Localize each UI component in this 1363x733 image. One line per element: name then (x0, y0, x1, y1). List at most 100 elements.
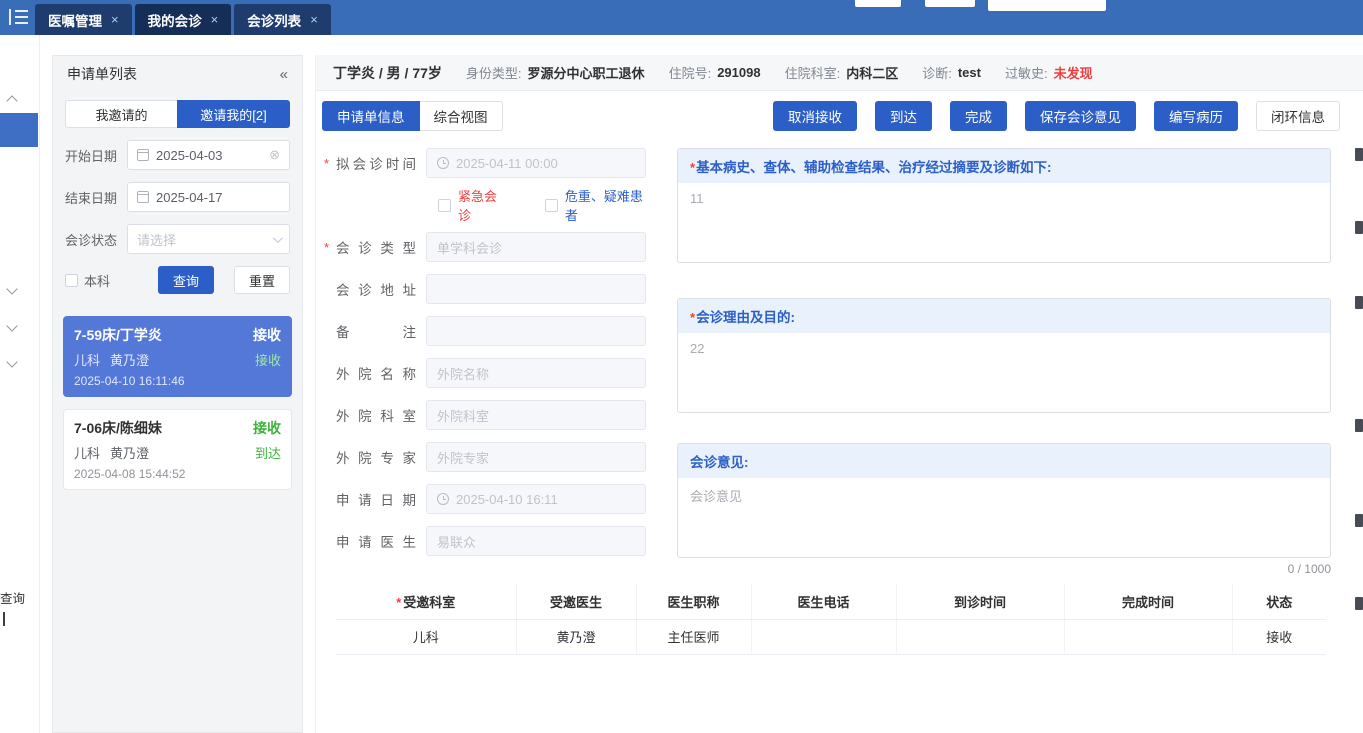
remark-label: 备注 (336, 325, 416, 340)
arrive-button[interactable]: 到达 (875, 101, 932, 131)
toggle-invite-me[interactable]: 邀请我的[2] (177, 100, 290, 128)
consult-time-row: * 拟会诊时间 2025-04-11 00:00 (324, 148, 654, 178)
history-title: 基本病史、查体、辅助检查结果、治疗经过摘要及诊断如下: (696, 160, 1052, 175)
checkbox-icon (438, 198, 451, 212)
apply-date-row: 申请日期 2025-04-10 16:11 (324, 484, 654, 514)
topbar: 医嘱管理 × 我的会诊 × 会诊列表 × (0, 0, 1363, 35)
history-textarea[interactable]: 11 (678, 183, 1330, 262)
action-buttons: 取消接收 到达 完成 保存会诊意见 编写病历 闭环信息 (773, 101, 1340, 131)
invite-toggle-group: 我邀请的 邀请我的[2] (65, 100, 290, 128)
critical-checkbox[interactable]: 危重、疑难患者 (544, 186, 654, 224)
table-header-cell: 到诊时间 (896, 584, 1065, 620)
right-edge-partial-icon (1355, 221, 1363, 234)
chevron-down-icon (272, 232, 283, 243)
own-dept-checkbox[interactable] (65, 273, 78, 287)
request-card[interactable]: 7-06床/陈细妹 接收 儿科 黄乃澄 到达 2025-04-08 15:44:… (63, 409, 292, 490)
table-cell-title: 主任医师 (636, 619, 752, 655)
tab-label: 医嘱管理 (48, 13, 102, 29)
urgent-checkbox[interactable]: 紧急会诊 (438, 186, 509, 224)
card-dept: 儿科 (74, 446, 101, 461)
clock-icon (437, 157, 449, 169)
opinion-textarea[interactable]: 会诊意见 (678, 478, 1330, 557)
required-mark: * (690, 160, 696, 175)
cutoff-header-field (925, 0, 975, 7)
end-date-input[interactable]: 2025-04-17 (127, 182, 290, 212)
tab-overview[interactable]: 综合视图 (419, 101, 503, 131)
table-header-cell: 医生职称 (636, 584, 752, 620)
opinion-title: 会诊意见: (690, 455, 749, 470)
card-bed-patient: 7-06床/陈细妹 (74, 420, 162, 436)
chevron-down-icon[interactable] (6, 320, 18, 332)
required-mark: * (690, 310, 696, 325)
ext-hospital-input[interactable]: 外院名称 (426, 358, 646, 388)
ext-expert-input[interactable]: 外院专家 (426, 442, 646, 472)
table-row[interactable]: 儿科 黄乃澄 主任医师 接收 (336, 619, 1326, 655)
menu-icon[interactable] (9, 9, 31, 26)
remark-input[interactable] (426, 316, 646, 346)
collapse-icon[interactable]: « (280, 66, 288, 83)
clear-icon[interactable]: ⊗ (269, 147, 280, 163)
table-header-cell: 受邀医生 (516, 584, 637, 620)
rail-partial-text: 查询 (0, 592, 26, 606)
card-bed-patient: 7-59床/丁学炎 (74, 327, 162, 343)
main-toolbar: 申请单信息 综合视图 取消接收 到达 完成 保存会诊意见 编写病历 闭环信息 (316, 101, 1363, 131)
flags-row: 紧急会诊 危重、疑难患者 (438, 189, 654, 223)
table-header-cell: 医生电话 (751, 584, 897, 620)
rail-active-item[interactable] (0, 113, 38, 147)
ext-expert-placeholder: 外院专家 (437, 450, 490, 466)
ext-hospital-label: 外院名称 (336, 367, 416, 382)
chevron-up-icon[interactable] (6, 95, 18, 107)
chevron-down-icon[interactable] (6, 283, 18, 295)
end-date-row: 结束日期 2025-04-17 (65, 182, 290, 212)
required-mark: * (396, 594, 402, 610)
save-opinion-button[interactable]: 保存会诊意见 (1025, 101, 1136, 131)
loop-info-button[interactable]: 闭环信息 (1256, 101, 1340, 131)
char-counter: 0 / 1000 (1287, 562, 1331, 576)
required-mark: * (324, 239, 330, 255)
tab-my-consultation[interactable]: 我的会诊 × (134, 4, 232, 35)
close-icon[interactable]: × (111, 12, 119, 27)
tab-order-management[interactable]: 医嘱管理 × (35, 4, 132, 35)
consult-time-input[interactable]: 2025-04-11 00:00 (426, 148, 646, 178)
request-card[interactable]: 7-59床/丁学炎 接收 儿科 黄乃澄 接收 2025-04-10 16:11:… (63, 316, 292, 397)
tab-request-info[interactable]: 申请单信息 (322, 101, 420, 131)
card-sub-status: 到达 (254, 446, 281, 461)
close-icon[interactable]: × (310, 12, 318, 27)
end-date-value: 2025-04-17 (156, 189, 223, 205)
consult-type-label: 会诊类型 (336, 241, 416, 256)
toggle-invited-by-me[interactable]: 我邀请的 (65, 100, 177, 128)
consult-type-input[interactable]: 单学科会诊 (426, 232, 646, 262)
complete-button[interactable]: 完成 (950, 101, 1007, 131)
remark-row: 备注 (324, 316, 654, 346)
cancel-receive-button[interactable]: 取消接收 (773, 101, 857, 131)
tab-consultation-list[interactable]: 会诊列表 × (234, 4, 331, 35)
write-record-button[interactable]: 编写病历 (1154, 101, 1238, 131)
table-cell-finish-time (1064, 619, 1233, 655)
reason-title: 会诊理由及目的: (696, 310, 796, 325)
identity-group: 身份类型: 罗源分中心职工退休 (466, 63, 645, 82)
start-date-row: 开始日期 2025-04-03 ⊗ (65, 140, 290, 170)
identity-label: 身份类型: (465, 66, 522, 81)
ext-dept-row: 外院科室 外院科室 (324, 400, 654, 430)
close-icon[interactable]: × (211, 12, 219, 27)
apply-doctor-label: 申请医生 (336, 535, 416, 550)
consult-address-input[interactable] (426, 274, 646, 304)
table-header-cell: * 受邀科室 (336, 584, 517, 620)
consult-time-label: 拟会诊时间 (336, 157, 416, 172)
table-cell-arrive-time (896, 619, 1065, 655)
ext-dept-input[interactable]: 外院科室 (426, 400, 646, 430)
table-header-cell: 状态 (1232, 584, 1326, 620)
diagnosis-group: 诊断: test (922, 63, 981, 82)
reason-textarea[interactable]: 22 (678, 333, 1330, 412)
apply-date-input[interactable]: 2025-04-10 16:11 (426, 484, 646, 514)
end-date-label: 结束日期 (65, 190, 118, 206)
start-date-input[interactable]: 2025-04-03 ⊗ (127, 140, 290, 170)
app-window: 医嘱管理 × 我的会诊 × 会诊列表 × 查询 申请单列表 « 我邀请的 邀请我… (0, 0, 1363, 733)
status-select[interactable]: 请选择 (127, 224, 290, 254)
search-button[interactable]: 查询 (157, 266, 214, 294)
consult-type-row: * 会诊类型 单学科会诊 (324, 232, 654, 262)
reset-button[interactable]: 重置 (233, 266, 290, 294)
apply-doctor-input[interactable]: 易联众 (426, 526, 646, 556)
calendar-icon (137, 149, 149, 161)
chevron-down-icon[interactable] (6, 356, 18, 368)
